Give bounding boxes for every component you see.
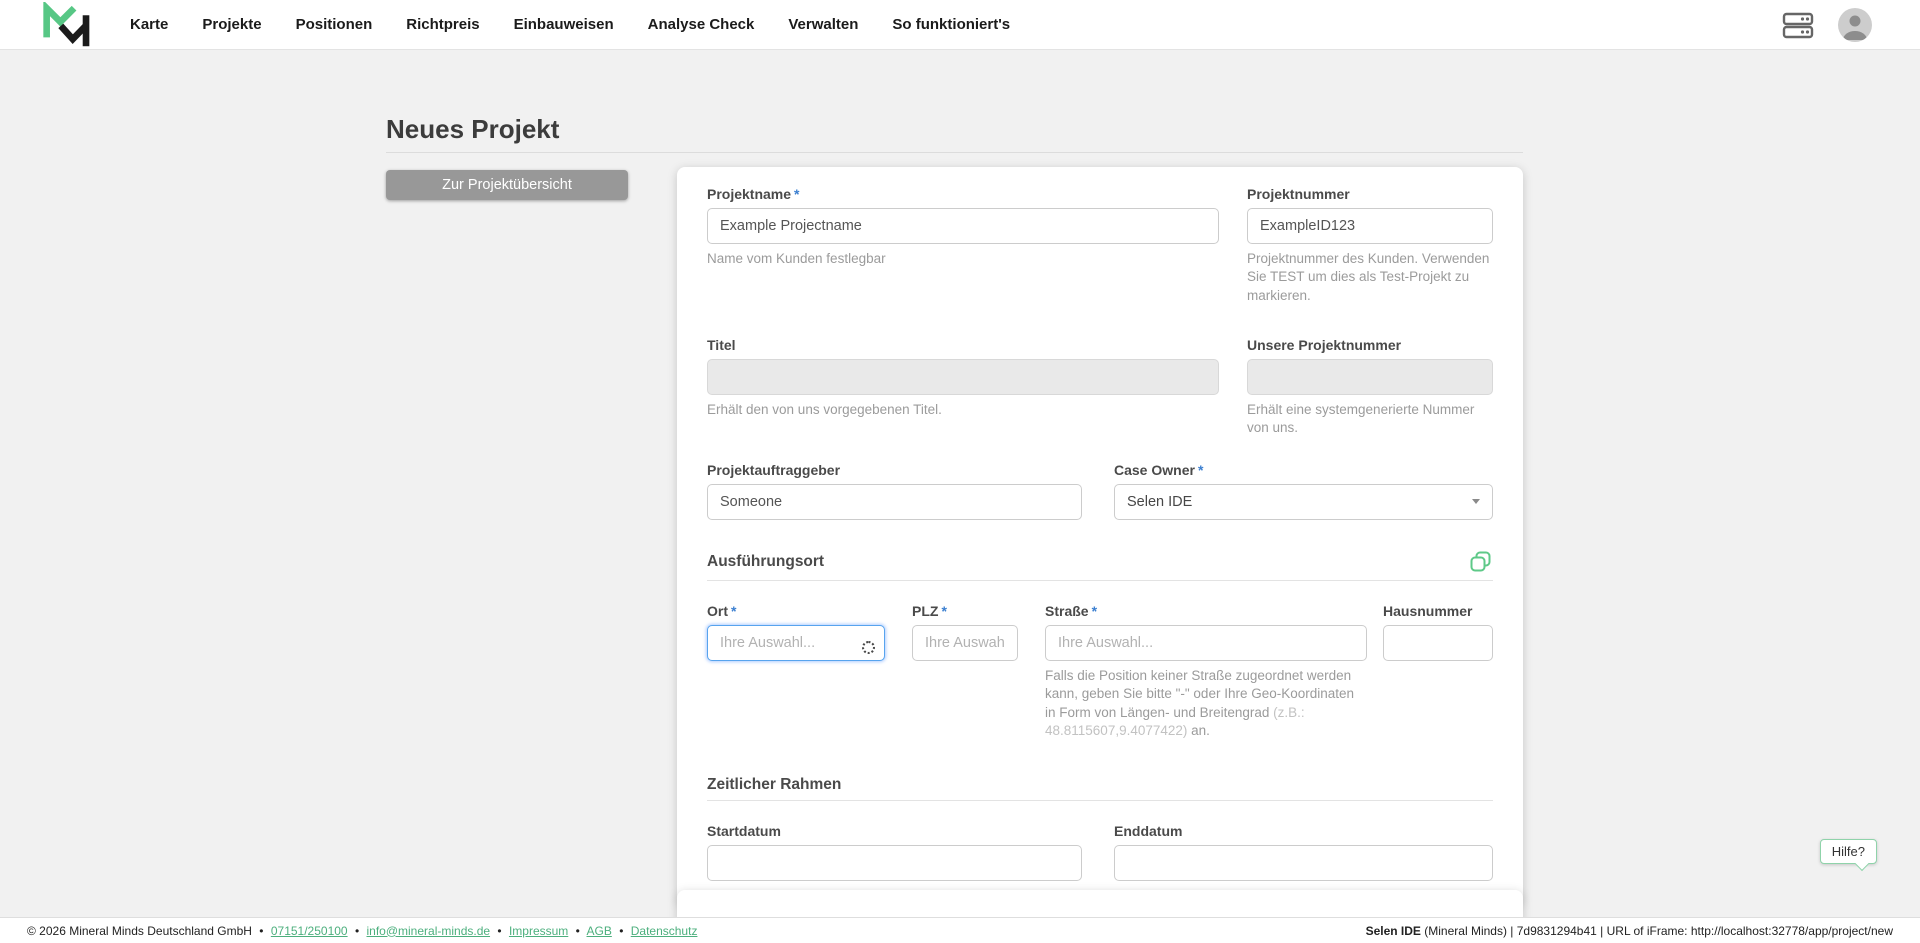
- case-owner-label: Case Owner *: [1114, 461, 1204, 478]
- projektnummer-input[interactable]: [1247, 208, 1493, 244]
- footer-link-email[interactable]: info@mineral-minds.de: [366, 924, 490, 938]
- form-row-dates: Startdatum Enddatum: [707, 821, 1493, 882]
- titel-label: Titel: [707, 337, 736, 354]
- footer-left: © 2026 Mineral Minds Deutschland GmbH • …: [27, 923, 698, 938]
- section-zeitlicher-rahmen: Zeitlicher Rahmen: [707, 776, 1493, 794]
- startdatum-label: Startdatum: [707, 823, 781, 840]
- case-owner-select[interactable]: Selen IDE: [1114, 483, 1493, 520]
- plz-input[interactable]: [912, 624, 1018, 661]
- case-owner-value: Selen IDE: [1127, 493, 1193, 510]
- nav-item-so-funktionierts[interactable]: So funktioniert's: [892, 16, 1010, 33]
- footer-session-info: Selen IDE (Mineral Minds) | 7d9831294b41…: [1366, 924, 1893, 938]
- main-menu: Karte Projekte Positionen Richtpreis Ein…: [130, 16, 1010, 33]
- form-row-titel: Titel Erhält den von uns vorgegebenen Ti…: [707, 335, 1493, 438]
- mineral-minds-logo-icon[interactable]: [38, 1, 96, 48]
- ausfuehrungsort-title: Ausführungsort: [707, 552, 825, 570]
- footer-link-phone[interactable]: 07151/250100: [271, 924, 348, 938]
- back-to-project-overview-button[interactable]: Zur Projektübersicht: [386, 170, 628, 200]
- page-title: Neues Projekt: [386, 114, 560, 144]
- top-navigation-bar: Karte Projekte Positionen Richtpreis Ein…: [0, 0, 1920, 50]
- titel-helper: Erhält den von uns vorgegebenen Titel.: [707, 402, 942, 418]
- footer-link-datenschutz[interactable]: Datenschutz: [631, 924, 698, 938]
- hausnummer-label: Hausnummer: [1383, 602, 1473, 619]
- session-details: (Mineral Minds) | 7d9831294b41 | URL of …: [1420, 923, 1893, 938]
- unsere-projektnummer-label: Unsere Projektnummer: [1247, 337, 1402, 354]
- unsere-projektnummer-input: [1247, 359, 1493, 396]
- nav-item-analyse-check[interactable]: Analyse Check: [648, 16, 755, 33]
- section-divider: [707, 800, 1493, 802]
- projektnummer-helper: Projektnummer des Kunden. Verwenden Sie …: [1247, 251, 1490, 303]
- form-row-name-number: Projektname* Name vom Kunden festlegbar …: [707, 184, 1493, 305]
- help-label: Hilfe?: [1831, 844, 1865, 859]
- help-button[interactable]: Hilfe?: [1819, 839, 1877, 872]
- help-bubble-tail: [1854, 856, 1870, 872]
- strasse-input[interactable]: [1045, 624, 1367, 661]
- required-marker: *: [1197, 461, 1204, 478]
- titel-input: [707, 359, 1219, 396]
- copyright-text: © 2026 Mineral Minds Deutschland GmbH: [27, 923, 252, 938]
- section-ausfuehrungsort: Ausführungsort: [707, 550, 1493, 574]
- form-row-address: Ort* PLZ* Straße* Falls die Position kei…: [707, 601, 1493, 740]
- section-divider: [707, 579, 1493, 581]
- nav-item-verwalten[interactable]: Verwalten: [788, 16, 858, 33]
- nav-item-einbauweisen[interactable]: Einbauweisen: [514, 16, 614, 33]
- projektauftraggeber-input[interactable]: [707, 483, 1082, 520]
- footer-link-impressum[interactable]: Impressum: [509, 924, 568, 938]
- projektname-helper: Name vom Kunden festlegbar: [707, 251, 886, 266]
- projektauftraggeber-label: Projektauftraggeber: [707, 461, 841, 478]
- projektname-label: Projektname *: [707, 186, 800, 202]
- required-marker: *: [794, 186, 800, 202]
- ort-label: Ort *: [707, 602, 737, 619]
- nav-item-karte[interactable]: Karte: [130, 16, 168, 33]
- startdatum-input[interactable]: [707, 845, 1082, 882]
- footer-bar: © 2026 Mineral Minds Deutschland GmbH • …: [0, 917, 1920, 943]
- loading-spinner-icon: [862, 640, 875, 654]
- required-marker: *: [1091, 602, 1098, 619]
- enddatum-input[interactable]: [1114, 845, 1493, 882]
- footer-link-agb[interactable]: AGB: [587, 924, 612, 938]
- session-user: Selen IDE: [1365, 923, 1421, 938]
- title-divider: [386, 152, 1523, 153]
- enddatum-label: Enddatum: [1114, 823, 1183, 840]
- copy-icon[interactable]: [1469, 550, 1493, 574]
- ort-input[interactable]: [707, 624, 885, 661]
- server-rack-icon[interactable]: [1782, 11, 1814, 39]
- user-avatar[interactable]: [1838, 7, 1872, 42]
- strasse-label: Straße *: [1045, 602, 1098, 619]
- form-row-auftraggeber-owner: Projektauftraggeber Case Owner* Selen ID…: [707, 460, 1493, 520]
- plz-label: PLZ *: [912, 602, 947, 619]
- new-project-form-card: Projektname* Name vom Kunden festlegbar …: [677, 167, 1523, 906]
- projektnummer-label: Projektnummer: [1247, 186, 1350, 202]
- strasse-helper: Falls die Position keiner Straße zugeord…: [1045, 667, 1355, 738]
- nav-item-positionen[interactable]: Positionen: [296, 16, 373, 33]
- required-marker: *: [941, 602, 947, 619]
- projektname-input[interactable]: [707, 208, 1219, 244]
- chevron-down-icon: [1472, 499, 1480, 505]
- nav-item-projekte[interactable]: Projekte: [202, 16, 261, 33]
- unsere-projektnummer-helper: Erhält eine systemgenerierte Nummer von …: [1247, 402, 1475, 436]
- nav-item-richtpreis[interactable]: Richtpreis: [406, 16, 479, 33]
- required-marker: *: [731, 602, 737, 619]
- zeitlicher-rahmen-title: Zeitlicher Rahmen: [707, 776, 842, 794]
- hausnummer-input[interactable]: [1383, 624, 1493, 661]
